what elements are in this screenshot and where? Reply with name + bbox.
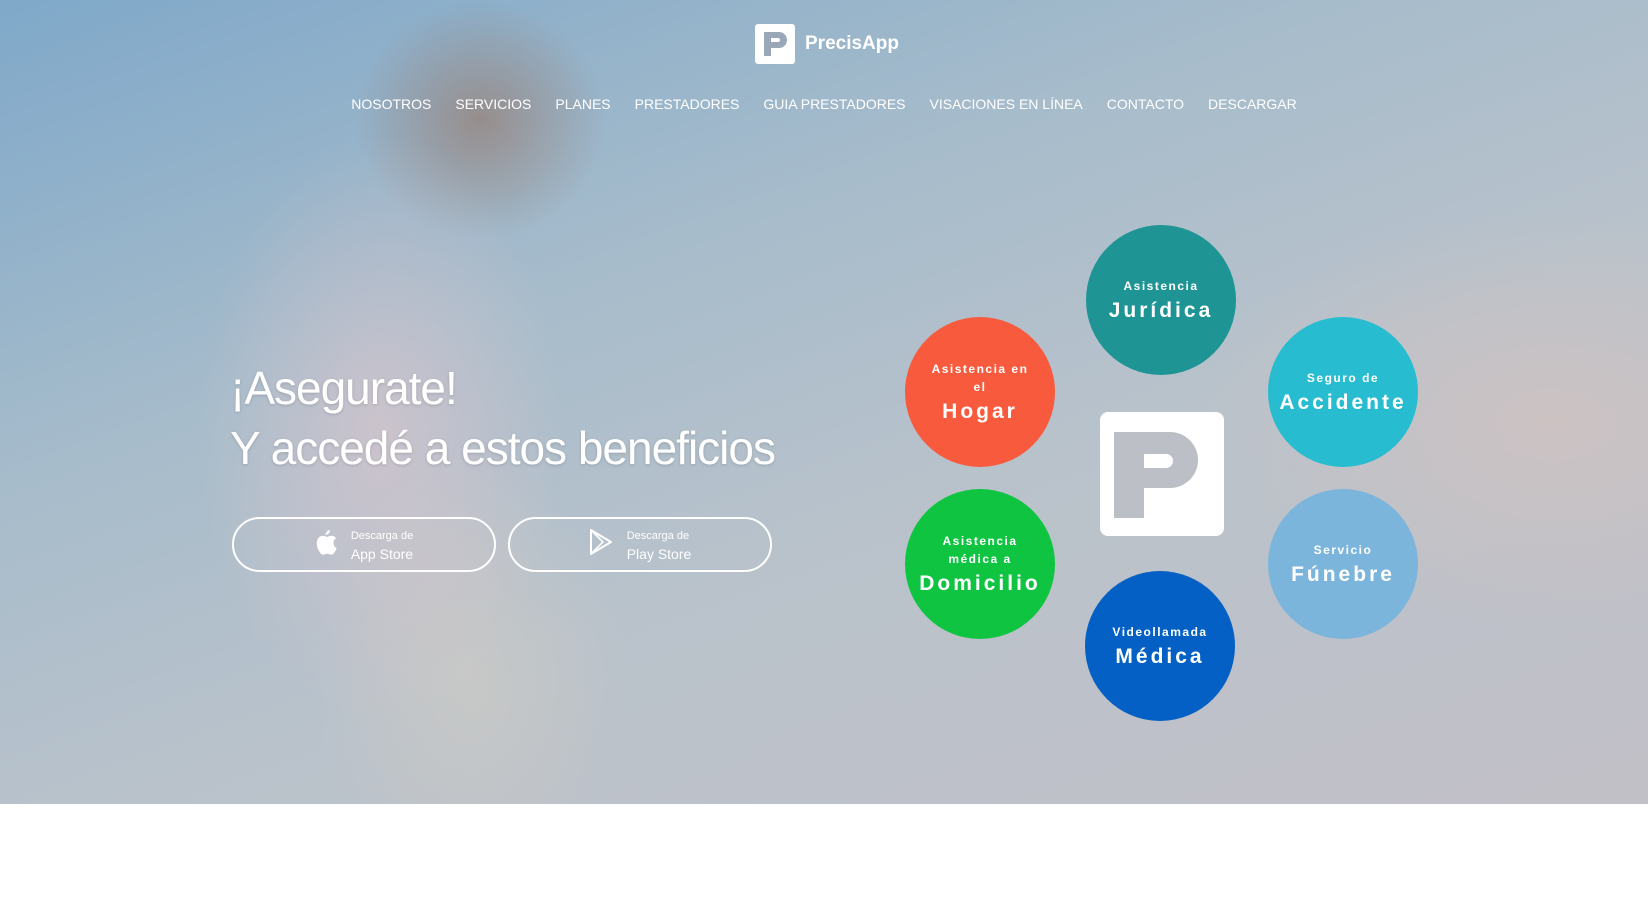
nav-item-contacto[interactable]: CONTACTO bbox=[1107, 96, 1184, 112]
nav-item-guia-prestadores[interactable]: GUIA PRESTADORES bbox=[763, 96, 905, 112]
service-juridica-pre: Asistencia bbox=[1123, 279, 1199, 293]
nav-item-descargar[interactable]: DESCARGAR bbox=[1208, 96, 1297, 112]
service-juridica[interactable]: Asistencia Jurídica bbox=[1086, 225, 1236, 375]
brand-logo-icon bbox=[755, 24, 795, 64]
service-domicilio[interactable]: Asistencia médica a Domicilio bbox=[905, 489, 1055, 639]
nav-item-visaciones[interactable]: VISACIONES EN LÍNEA bbox=[930, 96, 1083, 112]
headline-line-2: Y accedé a estos beneficios bbox=[230, 422, 776, 474]
center-brand-mark-icon bbox=[1100, 412, 1224, 536]
service-domicilio-main: Domicilio bbox=[919, 572, 1041, 595]
service-accidente[interactable]: Seguro de Accidente bbox=[1268, 317, 1418, 467]
service-medica[interactable]: Videollamada Médica bbox=[1085, 571, 1235, 721]
nav-item-prestadores[interactable]: PRESTADORES bbox=[635, 96, 740, 112]
headline-line-1: ¡Asegurate! bbox=[230, 362, 458, 414]
app-store-small-label: Descarga de bbox=[350, 529, 414, 542]
app-store-text: Descarga de App Store bbox=[351, 527, 413, 563]
service-medica-main: Médica bbox=[1115, 645, 1205, 668]
service-domicilio-pre: Asistencia médica a bbox=[942, 534, 1018, 566]
nav-item-servicios[interactable]: SERVICIOS bbox=[455, 96, 531, 112]
brand-name: PrecisApp bbox=[805, 33, 899, 54]
nav-item-nosotros[interactable]: NOSOTROS bbox=[351, 96, 431, 112]
app-store-button[interactable]: Descarga de App Store bbox=[232, 517, 496, 572]
play-store-label: Play Store bbox=[626, 545, 692, 562]
service-hogar-main: Hogar bbox=[942, 400, 1018, 423]
main-nav: NOSOTROS SERVICIOS PLANES PRESTADORES GU… bbox=[0, 96, 1648, 112]
page-below-hero bbox=[0, 804, 1648, 897]
app-store-label: App Store bbox=[350, 545, 414, 562]
nav-item-planes[interactable]: PLANES bbox=[555, 96, 610, 112]
service-accidente-pre: Seguro de bbox=[1306, 371, 1380, 385]
play-store-icon bbox=[589, 529, 613, 560]
hero-section: PrecisApp NOSOTROS SERVICIOS PLANES PRES… bbox=[0, 0, 1648, 804]
brand-logo[interactable]: PrecisApp bbox=[755, 24, 899, 64]
service-juridica-main: Jurídica bbox=[1108, 299, 1214, 322]
hero-headline: ¡Asegurate! Y accedé a estos beneficios bbox=[230, 358, 776, 478]
service-funebre-pre: Servicio bbox=[1313, 543, 1373, 557]
play-store-button[interactable]: Descarga de Play Store bbox=[508, 517, 772, 572]
service-hogar[interactable]: Asistencia en el Hogar bbox=[905, 317, 1055, 467]
apple-icon bbox=[315, 529, 337, 560]
service-accidente-main: Accidente bbox=[1279, 391, 1407, 414]
service-funebre-main: Fúnebre bbox=[1291, 563, 1395, 586]
play-store-text: Descarga de Play Store bbox=[627, 527, 692, 563]
service-hogar-pre: Asistencia en el bbox=[931, 362, 1029, 394]
service-medica-pre: Videollamada bbox=[1112, 625, 1208, 639]
play-store-small-label: Descarga de bbox=[626, 529, 690, 542]
service-funebre[interactable]: Servicio Fúnebre bbox=[1268, 489, 1418, 639]
